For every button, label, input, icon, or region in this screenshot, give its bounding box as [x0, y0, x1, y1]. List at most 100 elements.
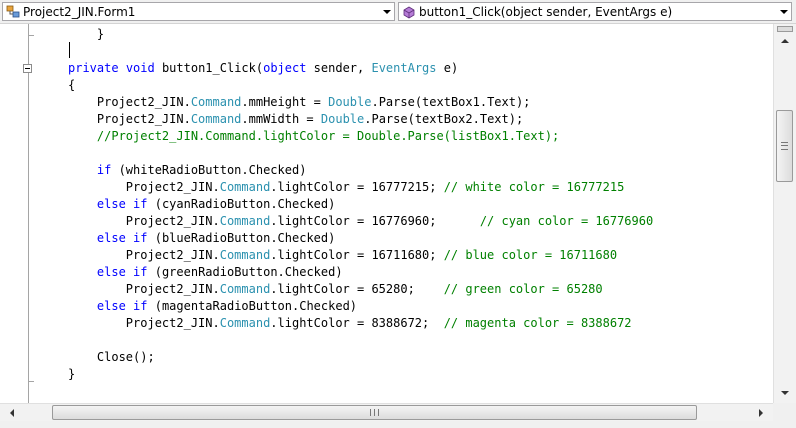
vertical-scrollbar[interactable]: [773, 24, 796, 403]
code-line[interactable]: Close();: [68, 349, 653, 366]
type-token: Command: [219, 316, 271, 330]
keyword-token: private: [68, 61, 119, 75]
code-line[interactable]: else if (cyanRadioButton.Checked): [68, 196, 653, 213]
comment-token: // white color = 16777215: [443, 180, 625, 194]
type-token: Command: [219, 282, 271, 296]
code-token: (blueRadioButton.Checked): [147, 231, 336, 245]
code-token: .lightColor = 8388672;: [270, 316, 444, 330]
chevron-down-icon[interactable]: [380, 3, 394, 20]
type-token: Double: [320, 112, 365, 126]
scroll-left-button[interactable]: [4, 405, 20, 421]
code-token: .lightColor = 16711680;: [270, 248, 444, 262]
code-line[interactable]: }: [68, 366, 653, 383]
arrow-left-icon: [10, 409, 14, 417]
code-line[interactable]: Project2_JIN.Command.lightColor = 167769…: [68, 213, 653, 230]
arrow-down-icon: [781, 391, 789, 395]
code-token: {: [68, 78, 76, 92]
code-line[interactable]: else if (greenRadioButton.Checked): [68, 264, 653, 281]
keyword-token: if: [96, 163, 112, 177]
code-token: button1_Click(: [154, 61, 264, 75]
member-dropdown-label: button1_Click(object sender, EventArgs e…: [419, 4, 673, 19]
type-token: Command: [219, 180, 271, 194]
scroll-right-button[interactable]: [753, 405, 769, 421]
navigation-bar: Project2_JIN.Form1 button1_Click(object …: [0, 0, 796, 24]
type-token: Command: [219, 214, 271, 228]
type-token: EventArgs: [371, 61, 437, 75]
outline-tick: [28, 35, 34, 36]
type-token: Double: [328, 95, 372, 109]
horizontal-scroll-thumb[interactable]: [52, 405, 697, 420]
code-token: e): [436, 61, 459, 75]
outline-tick: [28, 381, 34, 382]
comment-token: // magenta color = 8388672: [443, 316, 632, 330]
code-line[interactable]: //Project2_JIN.Command.lightColor = Doub…: [68, 128, 653, 145]
arrow-right-icon: [759, 409, 763, 417]
class-dropdown-label: Project2_JIN.Form1: [23, 4, 136, 19]
split-handle[interactable]: [777, 26, 793, 32]
code-token: Project2_JIN.: [68, 95, 191, 109]
code-token: .lightColor = 65280;: [270, 282, 444, 296]
code-editor[interactable]: }​private void button1_Click(object send…: [0, 24, 773, 403]
code-line[interactable]: Project2_JIN.Command.lightColor = 838867…: [68, 315, 653, 332]
keyword-token: if: [133, 299, 148, 313]
code-line[interactable]: ​: [68, 332, 653, 349]
code-token: (greenRadioButton.Checked): [147, 265, 343, 279]
collapse-icon[interactable]: [23, 64, 32, 73]
type-token: Command: [190, 112, 242, 126]
code-token: }: [68, 367, 76, 381]
keyword-token: void: [125, 61, 155, 75]
code-token: Project2_JIN.: [68, 214, 220, 228]
outlining-guide: [28, 24, 29, 403]
horizontal-scrollbar[interactable]: [0, 403, 773, 421]
class-dropdown[interactable]: Project2_JIN.Form1: [2, 2, 395, 21]
code-line[interactable]: if (whiteRadioButton.Checked): [68, 162, 653, 179]
code-line[interactable]: Project2_JIN.Command.lightColor = 167116…: [68, 247, 653, 264]
keyword-token: else: [96, 231, 126, 245]
scroll-down-button[interactable]: [777, 385, 793, 401]
vertical-scroll-thumb[interactable]: [776, 110, 793, 182]
code-token: }: [68, 27, 105, 41]
scroll-up-button[interactable]: [777, 33, 793, 49]
code-line[interactable]: Project2_JIN.Command.mmHeight = Double.P…: [68, 94, 653, 111]
code-line[interactable]: Project2_JIN.Command.lightColor = 65280;…: [68, 281, 653, 298]
code-line[interactable]: {: [68, 77, 653, 94]
code-token: (cyanRadioButton.Checked): [147, 197, 336, 211]
keyword-token: else: [96, 197, 126, 211]
comment-token: // cyan color = 16776960: [479, 214, 654, 228]
code-token: .lightColor = 16777215;: [270, 180, 444, 194]
code-line[interactable]: ​: [68, 43, 653, 60]
code-text[interactable]: }​private void button1_Click(object send…: [68, 26, 653, 383]
code-line[interactable]: Project2_JIN.Command.lightColor = 167772…: [68, 179, 653, 196]
code-token: .Parse(textBox1.Text);: [371, 95, 531, 109]
code-token: .mmHeight =: [241, 95, 329, 109]
selection-margin: [0, 24, 4, 403]
code-token: Project2_JIN.: [68, 180, 220, 194]
code-token: sender,: [306, 61, 372, 75]
code-token: Project2_JIN.: [68, 282, 220, 296]
type-token: Command: [219, 248, 271, 262]
class-icon: [5, 4, 21, 20]
code-line[interactable]: ​: [68, 145, 653, 162]
code-line[interactable]: }: [68, 26, 653, 43]
code-line[interactable]: Project2_JIN.Command.mmWidth = Double.Pa…: [68, 111, 653, 128]
code-line[interactable]: else if (magentaRadioButton.Checked): [68, 298, 653, 315]
code-line[interactable]: else if (blueRadioButton.Checked): [68, 230, 653, 247]
chevron-down-icon[interactable]: [777, 3, 791, 20]
code-token: (whiteRadioButton.Checked): [111, 163, 307, 177]
code-token: .mmWidth =: [241, 112, 321, 126]
code-line[interactable]: private void button1_Click(object sender…: [68, 60, 653, 77]
code-token: .lightColor = 16776960;: [270, 214, 480, 228]
member-dropdown[interactable]: button1_Click(object sender, EventArgs e…: [398, 2, 792, 21]
comment-token: // green color = 65280: [443, 282, 603, 296]
code-token: Project2_JIN.: [68, 248, 220, 262]
type-token: Command: [190, 95, 242, 109]
